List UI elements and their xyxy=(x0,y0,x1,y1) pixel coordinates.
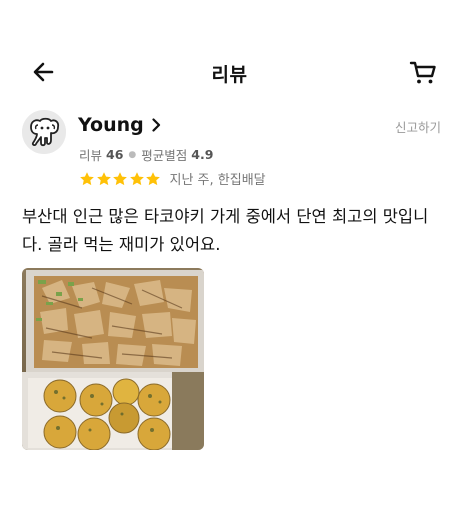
avg-rating-label: 평균별점 xyxy=(141,148,188,163)
page-title: 리뷰 xyxy=(211,64,248,86)
takoyaki-photo-image xyxy=(22,268,204,450)
review-photo[interactable] xyxy=(22,268,204,450)
star-icon xyxy=(113,171,127,185)
review-count-label: 리뷰 xyxy=(79,148,103,163)
star-rating xyxy=(79,171,162,187)
user-stats: 리뷰 46 ● 평균별점 4.9 xyxy=(79,145,213,164)
star-icon xyxy=(146,171,160,185)
star-icon xyxy=(129,171,144,185)
star-icon xyxy=(96,171,111,185)
avg-rating-value: 4.9 xyxy=(191,147,214,162)
top-nav-bar: 리뷰 xyxy=(0,48,459,96)
elephant-icon xyxy=(22,110,66,154)
user-profile-link[interactable]: Young xyxy=(78,114,161,136)
cart-icon xyxy=(409,61,436,84)
separator-dot-icon: ● xyxy=(128,149,137,160)
review-text: 부산대 인근 많은 타코야키 가게 중에서 단연 최고의 맛입니다. 골라 먹는… xyxy=(22,207,429,254)
user-avatar[interactable] xyxy=(22,110,66,154)
review-rating-row: 지난 주, 한집배달 xyxy=(79,169,266,188)
review-count-value: 46 xyxy=(106,147,124,162)
star-icon xyxy=(80,171,94,185)
chevron-right-icon xyxy=(152,118,160,132)
review-info: 지난 주, 한집배달 xyxy=(169,173,266,188)
user-name: Young xyxy=(78,114,144,136)
report-button[interactable]: 신고하기 xyxy=(395,117,441,136)
cart-button[interactable] xyxy=(408,57,438,87)
